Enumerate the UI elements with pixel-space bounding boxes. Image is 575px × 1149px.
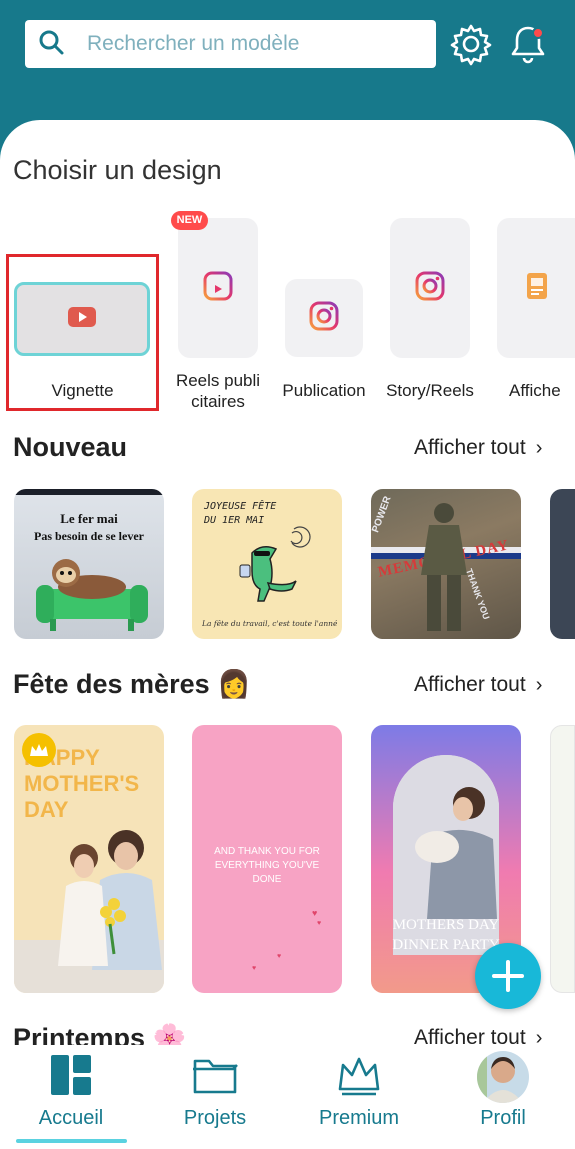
premium-crown-badge xyxy=(22,733,56,767)
template-card-may-day-sloth[interactable]: Le fer mai Pas besoin de se lever xyxy=(14,489,164,639)
format-publication-label: Publication xyxy=(282,381,366,400)
see-all-label: Afficher tout xyxy=(414,436,526,459)
folder-icon xyxy=(191,1053,239,1102)
nav-home[interactable]: Accueil xyxy=(1,1045,141,1149)
card-side-text: POWER xyxy=(371,494,394,535)
youtube-icon xyxy=(68,306,96,332)
card-text-line2: Pas besoin de se lever xyxy=(34,529,144,543)
format-poster-label: Affiche xyxy=(509,381,561,400)
nav-label: Accueil xyxy=(38,1107,104,1129)
format-vignette-tile[interactable] xyxy=(14,282,150,356)
heart-icon: ♥ xyxy=(312,908,318,918)
active-tab-indicator xyxy=(16,1139,127,1143)
format-reels-ads-tile[interactable] xyxy=(178,218,258,358)
bell-icon[interactable] xyxy=(506,22,550,66)
mother-daughter-photo xyxy=(14,830,164,993)
template-card-thank-you[interactable]: AND THANK YOU FOR EVERYTHING YOU'VE DONE… xyxy=(192,725,342,993)
heart-icon: ♥ xyxy=(252,965,257,972)
template-card-partial[interactable] xyxy=(550,489,575,639)
instagram-icon xyxy=(415,271,445,306)
template-card-may-day-dino[interactable]: JOYEUSE FÊTE DU 1ER MAI La fête du trava… xyxy=(192,489,342,639)
search-input[interactable]: Rechercher un modèle xyxy=(87,32,299,56)
search-bar[interactable]: Rechercher un modèle xyxy=(25,20,436,68)
section-title-mothers-day: Fête des mères 👩 xyxy=(13,669,251,699)
gear-icon[interactable] xyxy=(449,22,493,66)
heart-icon: ♥ xyxy=(277,953,282,960)
format-poster-tile[interactable] xyxy=(497,218,575,358)
search-icon xyxy=(37,28,65,61)
nav-premium[interactable]: Premium xyxy=(289,1045,429,1149)
format-story-reels-label: Story/Reels xyxy=(386,381,474,400)
format-publication-tile[interactable] xyxy=(285,279,363,357)
format-vignette-label: Vignette xyxy=(51,381,114,400)
heart-icon: ♥ xyxy=(317,920,322,927)
nav-projects[interactable]: Projets xyxy=(145,1045,285,1149)
reels-icon xyxy=(203,271,233,306)
format-story-reels-tile[interactable] xyxy=(390,218,470,358)
see-all-new-link[interactable]: Afficher tout › xyxy=(414,436,542,460)
template-card-partial[interactable] xyxy=(550,725,575,993)
card-text-line3: La fête du travail, c'est toute l'année xyxy=(202,619,337,628)
avatar xyxy=(477,1051,529,1103)
sloth-on-sofa-illustration xyxy=(36,559,148,631)
template-card-memorial-day[interactable]: MEMORIAL DAY POWER THANK YOU xyxy=(371,489,521,639)
format-reels-ads-label: Reels publi citaires xyxy=(175,371,261,411)
nav-label: Profil xyxy=(480,1107,526,1129)
card-text: AND THANK YOU FOR EVERYTHING YOU'VE DONE xyxy=(214,846,320,885)
nav-profile[interactable]: Profil xyxy=(433,1045,573,1149)
soldier-silhouette xyxy=(421,503,467,631)
nav-label: Premium xyxy=(318,1107,399,1129)
create-new-button[interactable] xyxy=(475,943,541,1009)
instagram-icon xyxy=(309,301,339,336)
card-text-line1: JOYEUSE FÊTE xyxy=(204,501,277,512)
notification-dot xyxy=(532,27,544,39)
chevron-right-icon: › xyxy=(535,437,543,459)
section-title-new: Nouveau xyxy=(13,432,128,462)
dinosaur-illustration xyxy=(239,526,311,602)
section-title-choose-design: Choisir un design xyxy=(13,155,222,185)
home-grid-icon xyxy=(49,1053,93,1102)
see-all-label: Afficher tout xyxy=(414,673,526,696)
card-text-line1: Le fer mai xyxy=(60,511,118,526)
chevron-right-icon: › xyxy=(535,674,543,696)
new-badge: NEW xyxy=(171,211,208,230)
plus-icon xyxy=(492,960,524,992)
nav-label: Projets xyxy=(183,1107,247,1129)
crown-icon xyxy=(336,1053,382,1102)
bottom-navigation: Accueil Projets Premium Profil xyxy=(0,1045,575,1149)
see-all-mothers-day-link[interactable]: Afficher tout › xyxy=(414,673,542,697)
poster-icon xyxy=(525,272,549,305)
